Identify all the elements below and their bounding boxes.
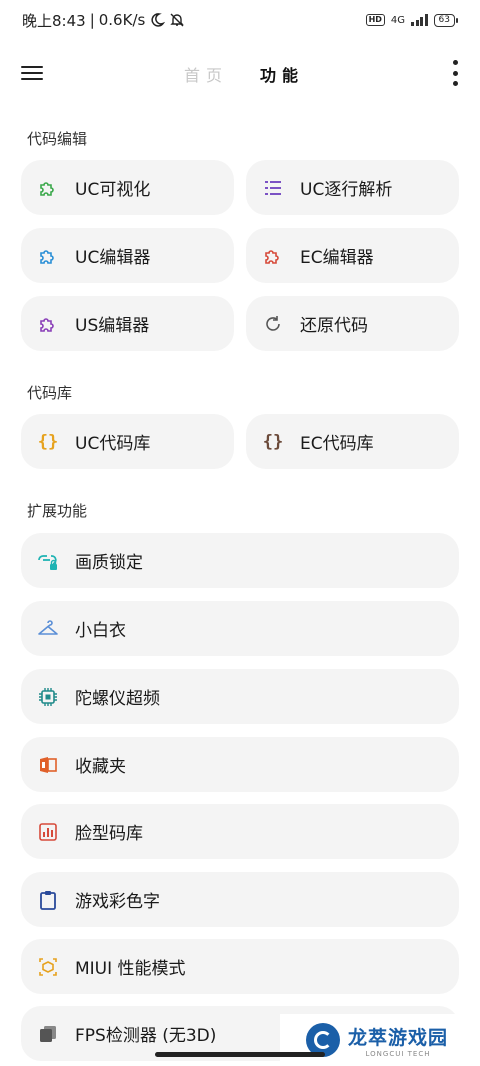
- ec-code-library-button[interactable]: {} EC代码库: [246, 414, 459, 469]
- hanger-icon: [37, 618, 59, 640]
- uc-visual-button[interactable]: UC可视化: [21, 160, 234, 215]
- watermark: 龙萃游戏园 LONGCUI TECH: [280, 1014, 480, 1066]
- ec-code-library-label: EC代码库: [300, 434, 374, 454]
- bell-off-icon: [170, 13, 185, 27]
- section-title-extensions: 扩展功能: [27, 502, 88, 520]
- quality-lock-label: 画质锁定: [75, 553, 143, 573]
- home-indicator[interactable]: [155, 1052, 325, 1057]
- tab-features[interactable]: 功能: [260, 62, 304, 86]
- face-code-library-button[interactable]: 脸型码库: [21, 804, 459, 859]
- section-title-code-edit: 代码编辑: [27, 130, 88, 148]
- colored-text-button[interactable]: 游戏彩色字: [21, 872, 459, 927]
- miui-performance-label: MIUI 性能模式: [75, 959, 186, 979]
- us-editor-label: US编辑器: [75, 316, 150, 336]
- restore-code-button[interactable]: 还原代码: [246, 296, 459, 351]
- ec-editor-label: EC编辑器: [300, 248, 374, 268]
- watermark-title: 龙萃游戏园: [348, 1026, 449, 1049]
- link-lock-icon: [37, 550, 59, 572]
- moon-icon: [151, 13, 166, 27]
- refresh-icon: [262, 313, 284, 335]
- chip-icon: [37, 686, 59, 708]
- battery-level: 63: [433, 13, 455, 27]
- hd-icon: HD: [365, 14, 385, 26]
- uc-editor-label: UC编辑器: [75, 248, 151, 268]
- tab-home[interactable]: 首页: [184, 62, 228, 86]
- uc-visual-label: UC可视化: [75, 180, 151, 200]
- status-time: 晚上8:43: [22, 11, 86, 30]
- more-options-icon[interactable]: [450, 60, 460, 86]
- puzzle-icon: [37, 313, 59, 335]
- top-app-bar: 首页 功能: [0, 48, 480, 98]
- favorites-button[interactable]: 收藏夹: [21, 737, 459, 792]
- office-icon: [37, 754, 59, 776]
- uc-line-parse-label: UC逐行解析: [300, 180, 393, 200]
- battery-icon: 63: [433, 13, 458, 27]
- uc-code-library-label: UC代码库: [75, 434, 151, 454]
- white-outfit-label: 小白衣: [75, 621, 126, 641]
- gyro-overclock-label: 陀螺仪超频: [75, 689, 160, 709]
- white-outfit-button[interactable]: 小白衣: [21, 601, 459, 656]
- uc-line-parse-button[interactable]: UC逐行解析: [246, 160, 459, 215]
- status-separator: |: [89, 11, 95, 29]
- status-bar: 晚上8:43 | 0.6K/s HD 4G 63: [0, 0, 480, 40]
- section-title-code-library: 代码库: [27, 384, 73, 402]
- watermark-subtitle: LONGCUI TECH: [365, 1049, 431, 1058]
- miui-performance-button[interactable]: MIUI 性能模式: [21, 939, 459, 994]
- us-editor-button[interactable]: US编辑器: [21, 296, 234, 351]
- favorites-label: 收藏夹: [75, 757, 126, 777]
- clipboard-icon: [37, 889, 59, 911]
- copy-icon: [37, 1023, 59, 1045]
- restore-code-label: 还原代码: [300, 316, 368, 336]
- box-icon: [37, 956, 59, 978]
- menu-icon[interactable]: [20, 62, 46, 84]
- list-icon: [262, 177, 284, 199]
- braces-icon: {}: [37, 431, 59, 452]
- gyro-overclock-button[interactable]: 陀螺仪超频: [21, 669, 459, 724]
- uc-code-library-button[interactable]: {} UC代码库: [21, 414, 234, 469]
- signal-icon: [411, 14, 428, 26]
- status-net-speed: 0.6K/s: [98, 11, 146, 29]
- quality-lock-button[interactable]: 画质锁定: [21, 533, 459, 588]
- bar-chart-icon: [37, 821, 59, 843]
- fps-detector-label: FPS检测器 (无3D): [75, 1026, 217, 1046]
- face-code-library-label: 脸型码库: [75, 824, 143, 844]
- network-type: 4G: [390, 14, 406, 26]
- puzzle-icon: [262, 245, 284, 267]
- uc-editor-button[interactable]: UC编辑器: [21, 228, 234, 283]
- puzzle-icon: [37, 245, 59, 267]
- puzzle-icon: [37, 177, 59, 199]
- braces-icon: {}: [262, 431, 284, 452]
- ec-editor-button[interactable]: EC编辑器: [246, 228, 459, 283]
- colored-text-label: 游戏彩色字: [75, 892, 160, 912]
